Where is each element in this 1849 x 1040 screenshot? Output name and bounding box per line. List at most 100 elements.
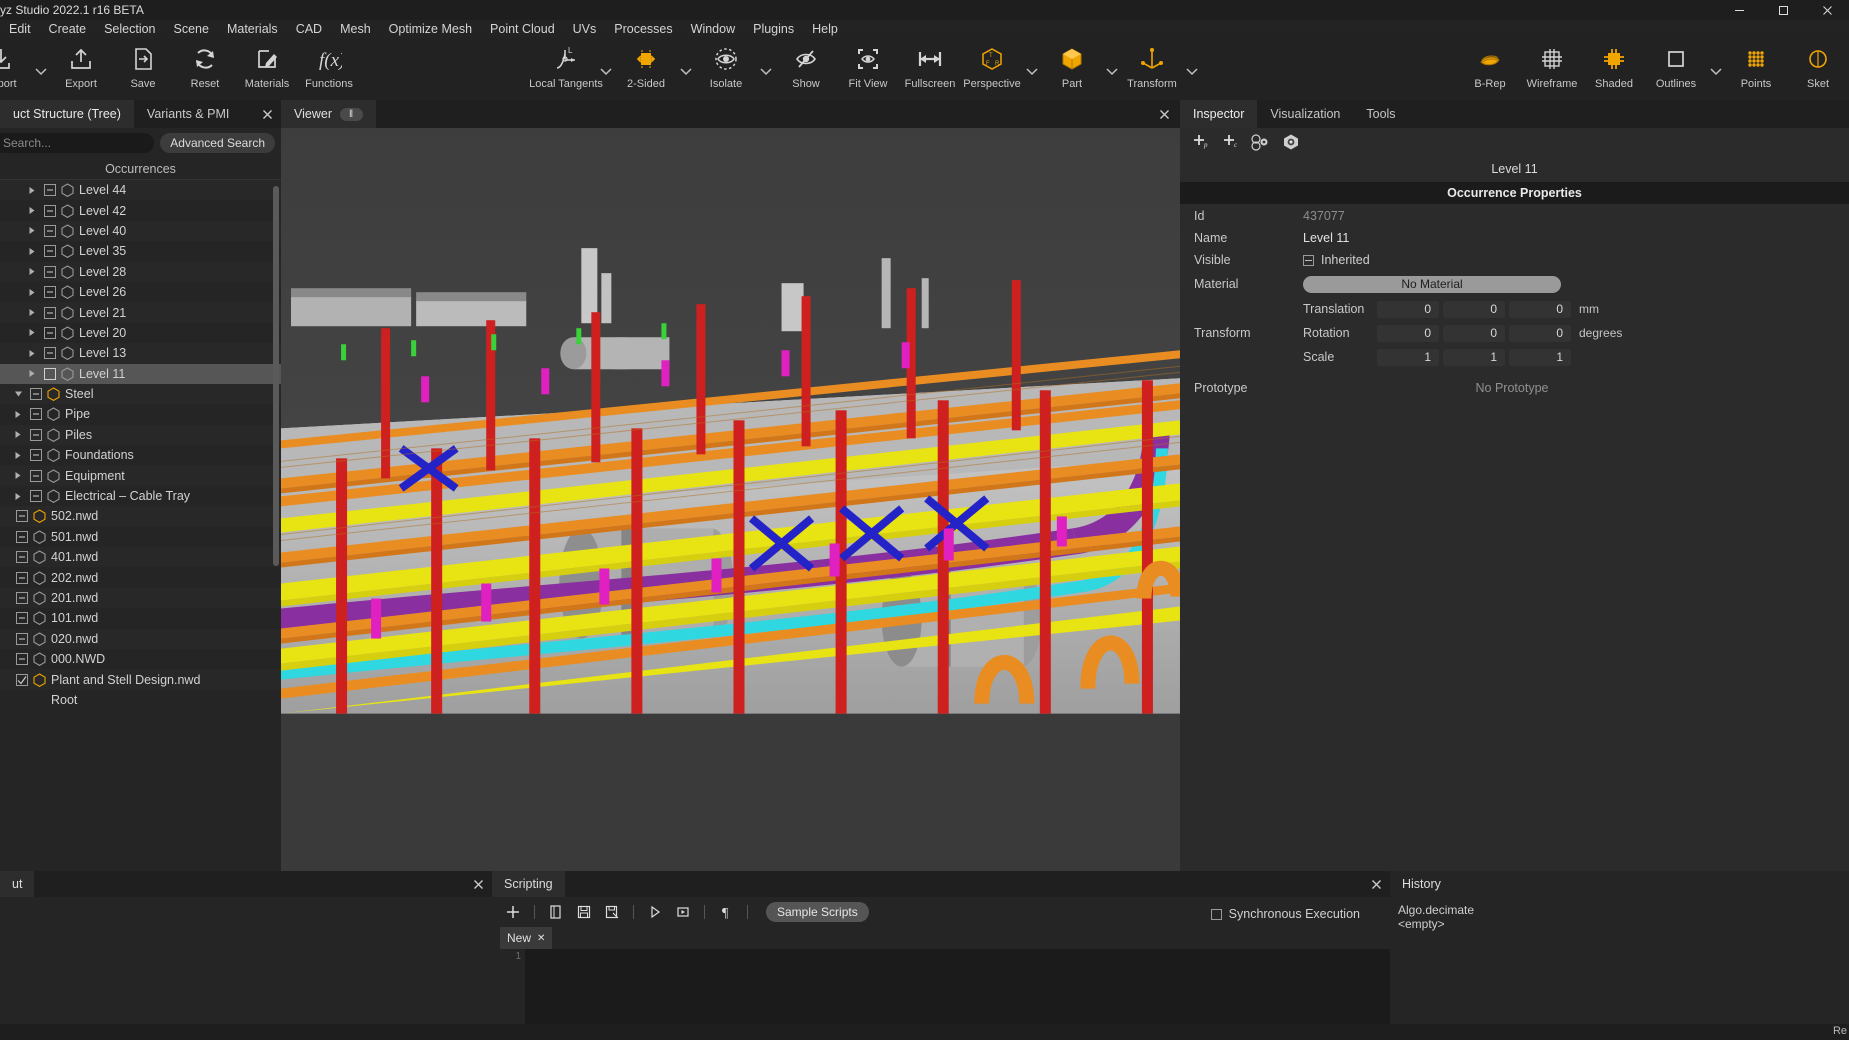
tree-item-checkbox[interactable] bbox=[41, 306, 58, 319]
menu-point-cloud[interactable]: Point Cloud bbox=[481, 20, 564, 38]
tab-history[interactable]: History bbox=[1390, 871, 1453, 897]
tree-item-checkbox[interactable] bbox=[13, 673, 30, 686]
toolbar-perspective-button[interactable]: T F R Perspective bbox=[961, 38, 1023, 100]
tree-item-checkbox[interactable] bbox=[41, 265, 58, 278]
open-script-icon[interactable] bbox=[543, 900, 569, 924]
menu-mesh[interactable]: Mesh bbox=[331, 20, 380, 38]
tree-item-checkbox[interactable] bbox=[41, 184, 58, 197]
tree-item-checkbox[interactable] bbox=[13, 592, 30, 604]
tree-item-checkbox[interactable] bbox=[41, 367, 58, 380]
tree-item[interactable]: 201.nwd bbox=[0, 587, 281, 609]
tree-item[interactable]: Level 26 bbox=[0, 282, 281, 302]
tree-item-checkbox[interactable] bbox=[13, 530, 30, 543]
chevron-right-icon[interactable] bbox=[14, 430, 27, 439]
chevron-right-icon[interactable] bbox=[28, 369, 41, 378]
tree-item[interactable]: Foundations bbox=[0, 445, 281, 465]
chevron-right-icon[interactable] bbox=[14, 471, 27, 480]
tree-item-checkbox[interactable] bbox=[41, 204, 58, 217]
tab-variants-pmi[interactable]: Variants & PMI bbox=[133, 100, 243, 128]
toolbar-2-sided-button[interactable]: 2-Sided bbox=[615, 38, 677, 100]
chevron-right-icon[interactable] bbox=[28, 186, 41, 195]
material-button[interactable]: No Material bbox=[1303, 275, 1561, 293]
tree-item-checkbox[interactable] bbox=[41, 245, 58, 258]
toolbar-outlines-button[interactable]: Outlines bbox=[1645, 38, 1707, 100]
tree-item-checkbox[interactable] bbox=[27, 490, 44, 503]
translation-z[interactable]: 0 bbox=[1509, 300, 1571, 318]
sample-scripts-button[interactable]: Sample Scripts bbox=[766, 902, 869, 922]
scale-x[interactable]: 1 bbox=[1377, 348, 1439, 366]
toolbar-part-button[interactable]: Part bbox=[1041, 38, 1103, 100]
menu-materials[interactable]: Materials bbox=[218, 20, 287, 38]
tree-item-checkbox[interactable] bbox=[41, 286, 58, 299]
tree-item[interactable]: Pipe bbox=[0, 404, 281, 424]
tab-inspector[interactable]: Inspector bbox=[1180, 100, 1258, 128]
tree-item[interactable]: Equipment bbox=[0, 465, 281, 486]
viewer-pause-badge[interactable]: ‖ bbox=[339, 107, 364, 121]
tree-item[interactable]: Level 40 bbox=[0, 220, 281, 242]
run-selection-icon[interactable] bbox=[670, 900, 696, 924]
tree-item-checkbox[interactable] bbox=[13, 571, 30, 584]
toolbar-local-tangents-button[interactable]: L Local Tangents bbox=[529, 38, 603, 100]
tab-product-structure[interactable]: uct Structure (Tree) bbox=[0, 100, 134, 128]
chevron-right-icon[interactable] bbox=[28, 308, 41, 317]
translation-y[interactable]: 0 bbox=[1443, 300, 1505, 318]
tree-item-checkbox[interactable] bbox=[27, 408, 44, 421]
chevron-right-icon[interactable] bbox=[28, 267, 41, 276]
chevron-right-icon[interactable] bbox=[28, 328, 41, 337]
menu-plugins[interactable]: Plugins bbox=[744, 20, 803, 38]
tree-item[interactable]: Level 11 bbox=[0, 363, 281, 384]
tab-tools[interactable]: Tools bbox=[1353, 100, 1408, 128]
chevron-down-icon[interactable] bbox=[1023, 38, 1041, 100]
sync-checkbox[interactable] bbox=[1210, 908, 1222, 920]
menu-selection[interactable]: Selection bbox=[95, 20, 164, 38]
minimize-button[interactable] bbox=[1717, 0, 1761, 20]
menu-processes[interactable]: Processes bbox=[605, 20, 681, 38]
tree-item-checkbox[interactable] bbox=[27, 469, 44, 482]
tree-item[interactable]: Level 42 bbox=[0, 200, 281, 220]
tree-item[interactable]: Plant and Stell Design.nwd bbox=[0, 669, 281, 690]
toolbar-fullscreen-button[interactable]: Fullscreen bbox=[899, 38, 961, 100]
chevron-down-icon[interactable] bbox=[757, 38, 775, 100]
translation-x[interactable]: 0 bbox=[1377, 300, 1439, 318]
chevron-right-icon[interactable] bbox=[28, 247, 41, 256]
chevron-down-icon[interactable] bbox=[1103, 38, 1121, 100]
tree-item[interactable]: 000.NWD bbox=[0, 649, 281, 669]
menu-scene[interactable]: Scene bbox=[165, 20, 218, 38]
tree-scrollbar[interactable] bbox=[273, 186, 279, 566]
save-as-script-icon[interactable] bbox=[599, 900, 625, 924]
close-viewer-icon[interactable] bbox=[1156, 106, 1172, 122]
chevron-down-icon[interactable] bbox=[677, 38, 695, 100]
tree-item[interactable]: Steel bbox=[0, 383, 281, 405]
rotation-z[interactable]: 0 bbox=[1509, 324, 1571, 342]
chevron-right-icon[interactable] bbox=[14, 410, 27, 419]
save-script-icon[interactable] bbox=[571, 900, 597, 924]
tab-scripting[interactable]: Scripting bbox=[492, 871, 565, 897]
menu-cad[interactable]: CAD bbox=[287, 20, 331, 38]
toolbar-points-button[interactable]: Points bbox=[1725, 38, 1787, 100]
tree-item[interactable]: 501.nwd bbox=[0, 527, 281, 547]
toolbar-functions-button[interactable]: f(x) Functions bbox=[298, 38, 360, 100]
tree-item[interactable]: Level 21 bbox=[0, 302, 281, 323]
tree-item-checkbox[interactable] bbox=[41, 326, 58, 339]
menu-help[interactable]: Help bbox=[803, 20, 847, 38]
tree-item-checkbox[interactable] bbox=[13, 510, 30, 523]
menu-optimize-mesh[interactable]: Optimize Mesh bbox=[380, 20, 481, 38]
name-field[interactable]: Level 11 bbox=[1303, 231, 1349, 245]
tree-item[interactable]: 020.nwd bbox=[0, 628, 281, 649]
toolbar-save-button[interactable]: Save bbox=[112, 38, 174, 100]
tree-item-checkbox[interactable] bbox=[41, 347, 58, 360]
close-scripting-icon[interactable] bbox=[1368, 876, 1384, 892]
toolbar-transform-button[interactable]: Transform bbox=[1121, 38, 1183, 100]
occurrence-tree[interactable]: Level 44 Level 42 Level 40 Level 35 Level 28… bbox=[0, 180, 281, 871]
visible-checkbox[interactable] bbox=[1303, 254, 1314, 266]
formatting-icon[interactable]: ¶ bbox=[713, 900, 739, 924]
new-script-icon[interactable] bbox=[500, 900, 526, 924]
menu-uvs[interactable]: UVs bbox=[564, 20, 606, 38]
tree-item[interactable]: Level 28 bbox=[0, 261, 281, 282]
script-tab-new[interactable]: New ✕ bbox=[500, 927, 553, 949]
close-output-icon[interactable] bbox=[470, 876, 486, 892]
toolbar-export-button[interactable]: Export bbox=[50, 38, 112, 100]
tree-item-checkbox[interactable] bbox=[27, 449, 44, 462]
tree-item-checkbox[interactable] bbox=[13, 551, 30, 564]
scale-z[interactable]: 1 bbox=[1509, 348, 1571, 366]
